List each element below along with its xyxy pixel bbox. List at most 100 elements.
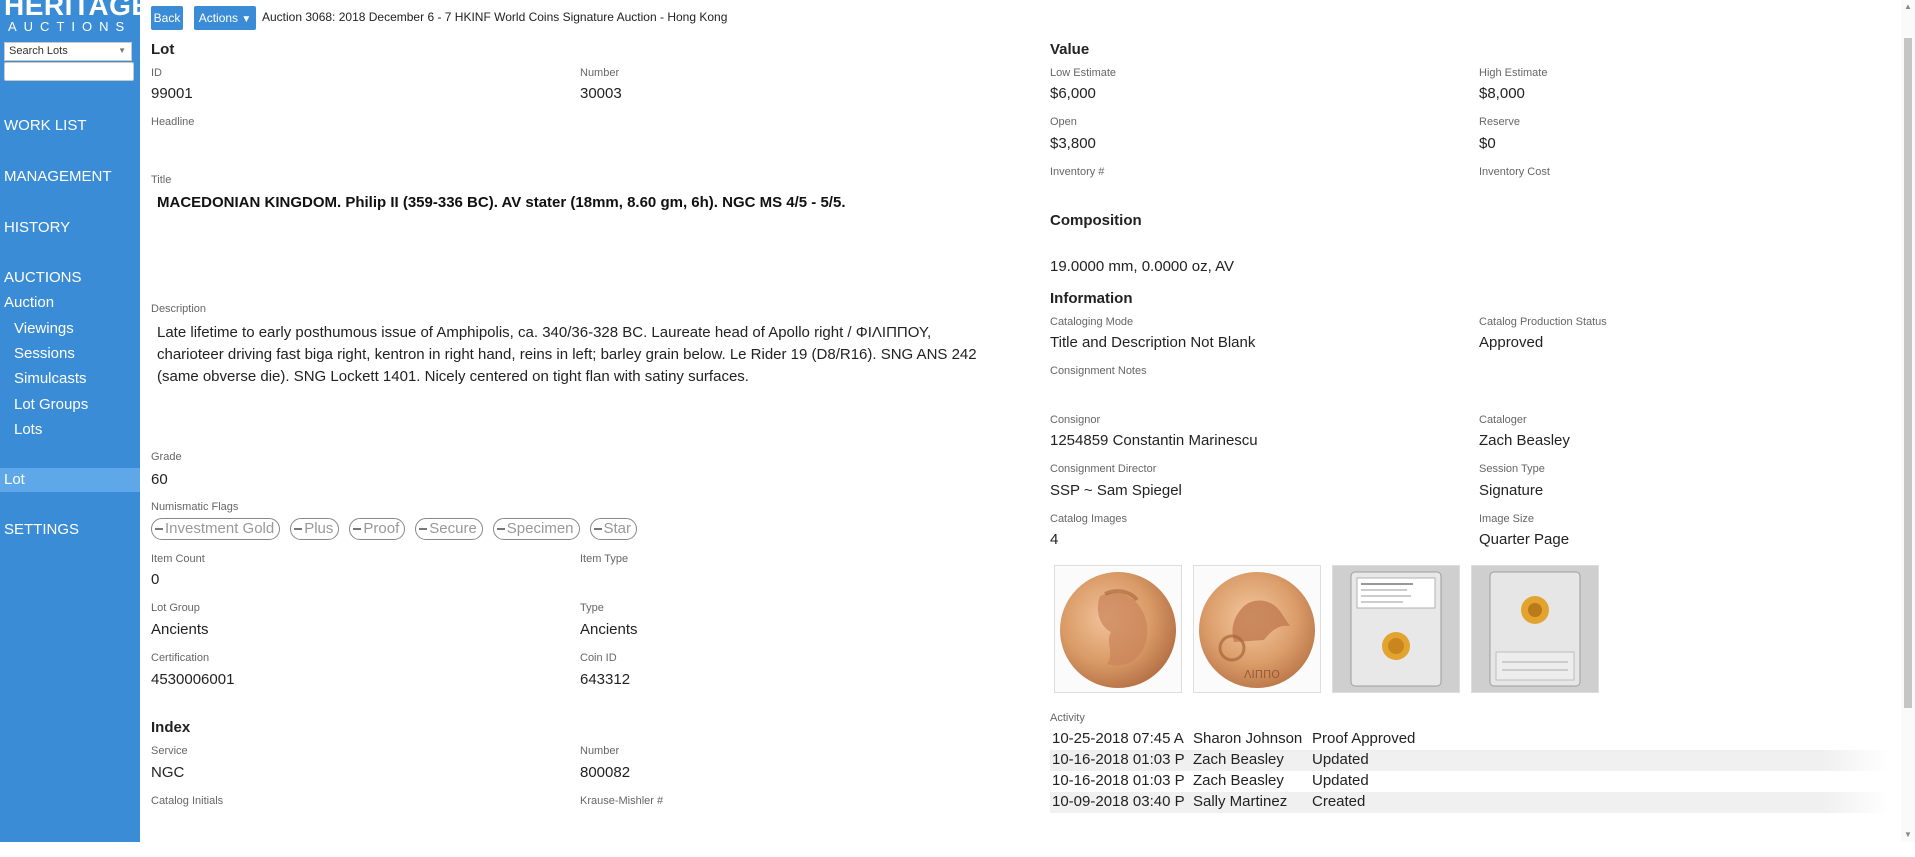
scroll-down-icon[interactable]: ▼ [1904,830,1912,839]
nav-simulcasts[interactable]: Simulcasts [14,370,154,387]
chevron-down-icon: ▼ [241,14,252,25]
inventory-cost-label: Inventory Cost [1479,166,1550,178]
auction-title: Auction 3068: 2018 December 6 - 7 HKINF … [262,10,728,24]
flag-star[interactable]: Star [589,518,638,540]
activity-time: 10-09-2018 03:40 P [1052,793,1185,810]
headline-label: Headline [151,116,195,128]
id-value: 99001 [151,85,193,102]
item-count-value: 0 [151,571,160,588]
sidebar: HERITAGE AUCTIONS Search Lots ▼ WORK LIS… [0,0,150,842]
slab-front-image[interactable] [1332,565,1460,693]
description-value[interactable]: Late lifetime to early posthumous issue … [157,322,997,388]
inventory-label: Inventory # [1050,166,1105,178]
slab-back-icon [1472,566,1598,692]
low-estimate-label: Low Estimate [1050,67,1117,79]
nav-history[interactable]: HISTORY [4,219,144,236]
low-estimate-value: $6,000 [1050,85,1096,102]
flag-label: Investment Gold [165,520,275,537]
lot-heading: Lot [151,41,175,58]
nav-lot-groups[interactable]: Lot Groups [14,396,154,413]
coin-obverse-icon [1055,566,1181,692]
coin-id-label: Coin ID [580,652,617,664]
vertical-scrollbar[interactable]: ▲ ▼ [1901,0,1915,842]
certification-value: 4530006001 [151,671,235,688]
title-value[interactable]: MACEDONIAN KINGDOM. Philip II (359-336 B… [157,194,845,211]
activity-action: Updated [1312,772,1369,789]
open-label: Open [1050,116,1077,128]
catalog-initials-label: Catalog Initials [151,795,224,807]
activity-row: 10-25-2018 07:45 A Sharon Johnson Proof … [1050,729,1890,750]
flag-plus[interactable]: Plus [290,518,340,540]
coin-id-value: 643312 [580,671,631,688]
flag-specimen[interactable]: Specimen [492,518,580,540]
nav-sessions[interactable]: Sessions [14,345,154,362]
flag-secure[interactable]: Secure [415,518,483,540]
back-button[interactable]: Back [151,6,183,30]
flags-label: Numismatic Flags [151,501,239,513]
index-number-value: 800082 [580,764,631,781]
activity-action: Created [1312,793,1366,810]
item-count-label: Item Count [151,553,205,565]
nav-lot[interactable]: Lot [0,468,140,492]
minus-icon [419,528,428,530]
search-type-select[interactable]: Search Lots ▼ [4,42,132,61]
reserve-label: Reserve [1479,116,1520,128]
activity-user: Sharon Johnson [1193,730,1303,747]
high-estimate-label: High Estimate [1479,67,1548,79]
slab-front-icon [1333,566,1459,692]
type-value: Ancients [580,621,638,638]
activity-user: Sally Martinez [1193,793,1288,810]
service-label: Service [151,745,188,757]
lot-group-value: Ancients [151,621,209,638]
production-status-value: Approved [1479,334,1544,351]
flag-label: Secure [429,520,477,537]
open-value: $3,800 [1050,135,1096,152]
coin-reverse-image[interactable]: ΛΙΠΠΟ [1193,565,1321,693]
nav-management[interactable]: MANAGEMENT [4,168,144,185]
activity-time: 10-25-2018 07:45 A [1052,730,1184,747]
minus-icon [294,528,303,530]
activity-action: Proof Approved [1312,730,1416,747]
activity-action: Updated [1312,751,1369,768]
search-input[interactable] [4,62,134,81]
minus-icon [496,528,505,530]
value-heading: Value [1050,41,1090,58]
activity-time: 10-16-2018 01:03 P [1052,751,1185,768]
id-label: ID [151,67,162,79]
flag-proof[interactable]: Proof [349,518,406,540]
session-type-label: Session Type [1479,463,1545,475]
director-label: Consignment Director [1050,463,1157,475]
nav-auction[interactable]: Auction [4,294,144,311]
nav-auctions[interactable]: AUCTIONS [4,269,144,286]
nav-settings[interactable]: SETTINGS [4,521,144,538]
catalog-images-label: Catalog Images [1050,513,1128,525]
activity-user: Zach Beasley [1193,751,1284,768]
nav-viewings[interactable]: Viewings [14,320,154,337]
catalog-images-value: 4 [1050,531,1059,548]
scrollbar-thumb[interactable] [1904,38,1912,708]
flag-label: Star [603,520,632,537]
type-label: Type [580,602,604,614]
cataloging-mode-value: Title and Description Not Blank [1050,334,1256,351]
service-value: NGC [151,764,185,781]
high-estimate-value: $8,000 [1479,85,1525,102]
heritage-logo[interactable]: HERITAGE AUCTIONS [4,0,150,34]
activity-time: 10-16-2018 01:03 P [1052,772,1185,789]
actions-button[interactable]: Actions ▼ [194,6,256,30]
actions-label: Actions [198,11,239,25]
nav-lots[interactable]: Lots [14,421,154,438]
slab-back-image[interactable] [1471,565,1599,693]
nav-work-list[interactable]: WORK LIST [4,117,144,134]
image-size-value: Quarter Page [1479,531,1570,548]
index-number-label: Number [580,745,620,757]
coin-reverse-icon: ΛΙΠΠΟ [1194,566,1320,692]
minus-icon [353,528,362,530]
coin-obverse-image[interactable] [1054,565,1182,693]
scroll-up-icon[interactable]: ▲ [1904,2,1912,11]
information-heading: Information [1050,290,1133,307]
reserve-value: $0 [1479,135,1496,152]
flag-investment-gold[interactable]: Investment Gold [151,518,281,540]
consignment-notes-label: Consignment Notes [1050,365,1147,377]
session-type-value: Signature [1479,482,1544,499]
composition-heading: Composition [1050,212,1142,229]
